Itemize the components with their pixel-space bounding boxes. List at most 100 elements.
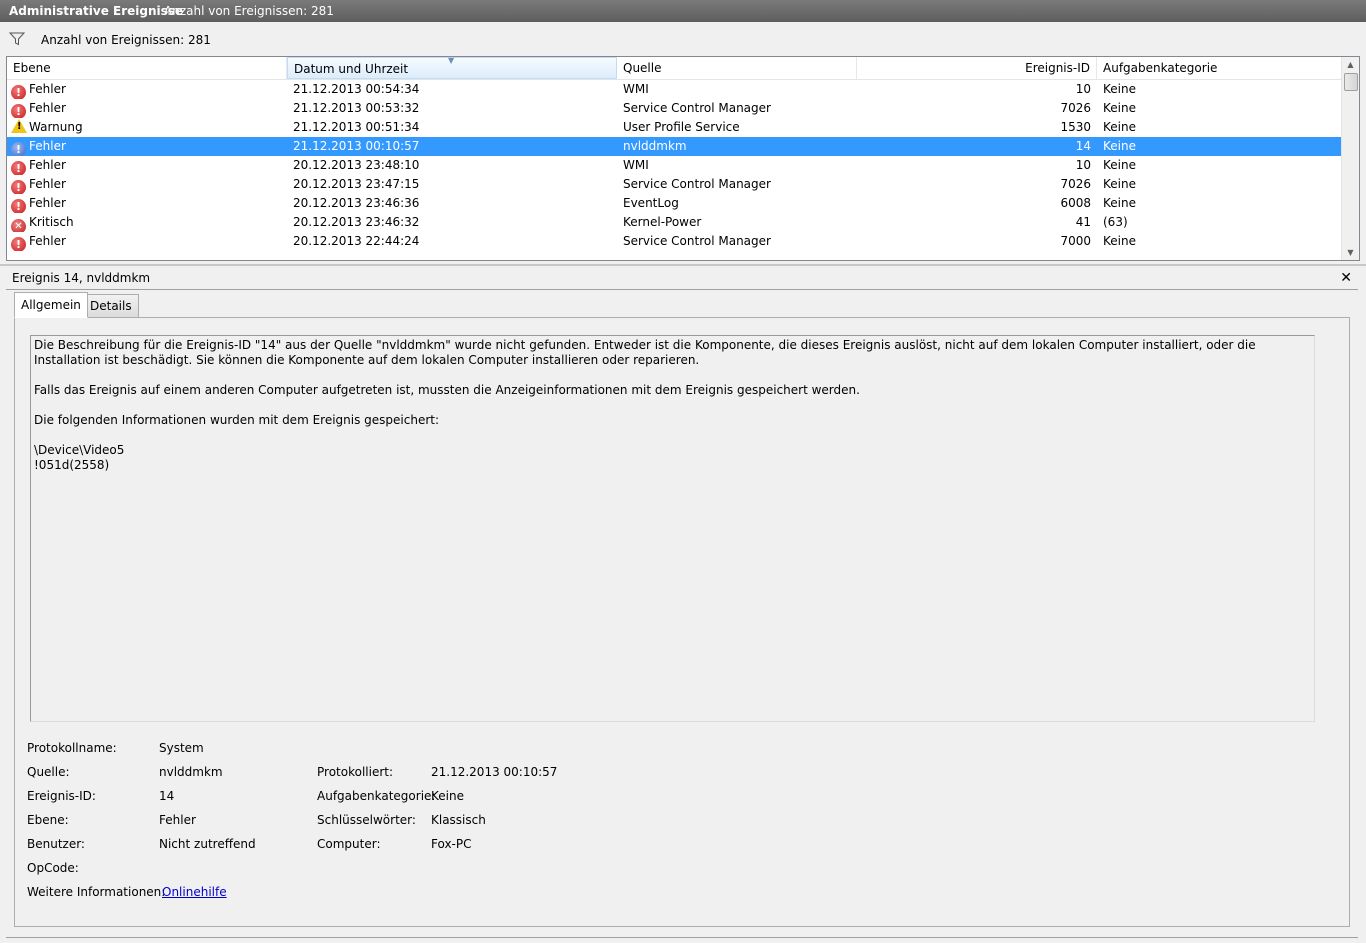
cell-source: Service Control Manager xyxy=(623,234,771,248)
panel-title-bar: Administrative Ereignisse Anzahl von Ere… xyxy=(0,0,1366,22)
table-row[interactable]: ! Fehler 21.12.2013 00:54:34 WMI 10 Keine xyxy=(7,80,1341,99)
cell-level: ! Fehler xyxy=(11,156,281,175)
cell-date: 21.12.2013 00:51:34 xyxy=(293,120,420,134)
cell-event-id: 7026 xyxy=(1060,177,1091,191)
description-line: \Device\Video5 xyxy=(34,443,125,457)
cell-level: ! Fehler xyxy=(11,99,281,118)
error-icon: ! xyxy=(11,180,26,194)
cell-task-category: Keine xyxy=(1103,158,1136,172)
column-header-source[interactable]: Quelle xyxy=(617,57,857,79)
cell-event-id: 10 xyxy=(1075,82,1091,96)
cell-task-category: Keine xyxy=(1103,234,1136,248)
cell-event-id: 6008 xyxy=(1060,196,1091,210)
cell-source: Kernel-Power xyxy=(623,215,702,229)
tab-panel-general: Die Beschreibung für die Ereignis-ID "14… xyxy=(14,317,1350,927)
filter-count: Anzahl von Ereignissen: 281 xyxy=(41,33,211,47)
column-header-level[interactable]: Ebene xyxy=(7,57,287,79)
cell-source: User Profile Service xyxy=(623,120,740,134)
column-header-task-category[interactable]: Aufgabenkategorie xyxy=(1097,57,1341,79)
event-rows: ! Fehler 21.12.2013 00:54:34 WMI 10 Keine! Feh… xyxy=(7,80,1341,251)
cell-source: WMI xyxy=(623,82,649,96)
cell-date: 20.12.2013 22:44:24 xyxy=(293,234,420,248)
sort-descending-icon: ▼ xyxy=(448,56,455,65)
level-label: Fehler xyxy=(29,139,66,153)
cell-date: 21.12.2013 00:10:57 xyxy=(293,139,420,153)
cell-level: ! Fehler xyxy=(11,175,281,194)
cell-task-category: Keine xyxy=(1103,101,1136,115)
label-task-category: Aufgabenkategorie: xyxy=(317,789,436,803)
value-logged: 21.12.2013 00:10:57 xyxy=(431,765,558,779)
level-label: Warnung xyxy=(29,120,83,134)
cell-level: ! Fehler xyxy=(11,137,281,156)
cell-event-id: 41 xyxy=(1075,215,1091,229)
level-label: Fehler xyxy=(29,158,66,172)
level-label: Fehler xyxy=(29,82,66,96)
cell-source: WMI xyxy=(623,158,649,172)
table-row[interactable]: ! Warnung 21.12.2013 00:51:34 User Profile … xyxy=(7,118,1341,137)
detail-divider xyxy=(6,289,1358,290)
label-logged: Protokolliert: xyxy=(317,765,394,779)
error-icon: ! xyxy=(11,142,26,156)
scroll-up-arrow-icon[interactable]: ▲ xyxy=(1342,57,1359,72)
tab-allgemein[interactable]: Allgemein xyxy=(14,292,88,318)
filter-bar: Anzahl von Ereignissen: 281 xyxy=(0,27,1366,53)
value-source: nvlddmkm xyxy=(159,765,223,779)
cell-level: ✕ Kritisch xyxy=(11,213,281,232)
table-row[interactable]: ! Fehler 21.12.2013 00:10:57 nvlddmkm 14 Kein… xyxy=(7,137,1341,156)
event-description[interactable]: Die Beschreibung für die Ereignis-ID "14… xyxy=(30,335,1315,722)
label-opcode: OpCode: xyxy=(27,861,79,875)
column-header-event-id[interactable]: Ereignis-ID xyxy=(857,57,1097,79)
close-icon[interactable]: ✕ xyxy=(1340,266,1352,290)
label-computer: Computer: xyxy=(317,837,381,851)
label-source: Quelle: xyxy=(27,765,70,779)
scroll-down-arrow-icon[interactable]: ▼ xyxy=(1342,245,1359,260)
cell-source: Service Control Manager xyxy=(623,101,771,115)
table-row[interactable]: ! Fehler 20.12.2013 23:46:36 EventLog 6008 Ke… xyxy=(7,194,1341,213)
detail-title: Ereignis 14, nvlddmkm xyxy=(12,271,151,285)
error-icon: ! xyxy=(11,104,26,118)
warning-icon: ! xyxy=(11,119,27,133)
label-log-name: Protokollname: xyxy=(27,741,117,755)
table-row[interactable]: ! Fehler 20.12.2013 23:48:10 WMI 10 Keine xyxy=(7,156,1341,175)
table-row[interactable]: ! Fehler 20.12.2013 23:47:15 Service Contro… xyxy=(7,175,1341,194)
online-help-link[interactable]: Onlinehilfe xyxy=(162,884,227,900)
filter-icon[interactable] xyxy=(9,32,25,46)
cell-task-category: Keine xyxy=(1103,177,1136,191)
cell-event-id: 7000 xyxy=(1060,234,1091,248)
description-line: Die Beschreibung für die Ereignis-ID "14… xyxy=(34,338,1256,367)
error-icon: ! xyxy=(11,85,26,99)
tab-details[interactable]: Details xyxy=(83,294,139,318)
event-grid[interactable]: Ebene ▼ Datum und Uhrzeit Quelle Ereigni… xyxy=(6,56,1360,261)
cell-date: 21.12.2013 00:54:34 xyxy=(293,82,420,96)
cell-task-category: Keine xyxy=(1103,120,1136,134)
cell-date: 21.12.2013 00:53:32 xyxy=(293,101,420,115)
cell-event-id: 1530 xyxy=(1060,120,1091,134)
detail-header: Ereignis 14, nvlddmkm ✕ xyxy=(0,264,1366,290)
cell-level: ! Fehler xyxy=(11,80,281,99)
cell-level: ! Fehler xyxy=(11,194,281,213)
cell-date: 20.12.2013 23:47:15 xyxy=(293,177,420,191)
value-log-name: System xyxy=(159,741,204,755)
scrollbar-thumb[interactable] xyxy=(1344,73,1358,91)
level-label: Kritisch xyxy=(29,215,74,229)
value-task-category: Keine xyxy=(431,789,464,803)
cell-task-category: (63) xyxy=(1103,215,1128,229)
cell-event-id: 7026 xyxy=(1060,101,1091,115)
label-more-info: Weitere Informationen: xyxy=(27,885,166,899)
table-row[interactable]: ✕ Kritisch 20.12.2013 23:46:32 Kernel-Power… xyxy=(7,213,1341,232)
critical-icon: ✕ xyxy=(11,219,26,232)
cell-source: Service Control Manager xyxy=(623,177,771,191)
level-label: Fehler xyxy=(29,196,66,210)
cell-level: ! Fehler xyxy=(11,232,281,251)
grid-vertical-scrollbar[interactable]: ▲ ▼ xyxy=(1341,57,1359,260)
cell-task-category: Keine xyxy=(1103,196,1136,210)
cell-task-category: Keine xyxy=(1103,139,1136,153)
table-row[interactable]: ! Fehler 20.12.2013 22:44:24 Service Contro… xyxy=(7,232,1341,251)
level-label: Fehler xyxy=(29,177,66,191)
table-row[interactable]: ! Fehler 21.12.2013 00:53:32 Service Contro… xyxy=(7,99,1341,118)
column-header-date[interactable]: ▼ Datum und Uhrzeit xyxy=(287,57,617,79)
label-level: Ebene: xyxy=(27,813,69,827)
cell-event-id: 10 xyxy=(1075,158,1091,172)
cell-level: ! Warnung xyxy=(11,118,281,137)
description-line: !051d(2558) xyxy=(34,458,110,472)
